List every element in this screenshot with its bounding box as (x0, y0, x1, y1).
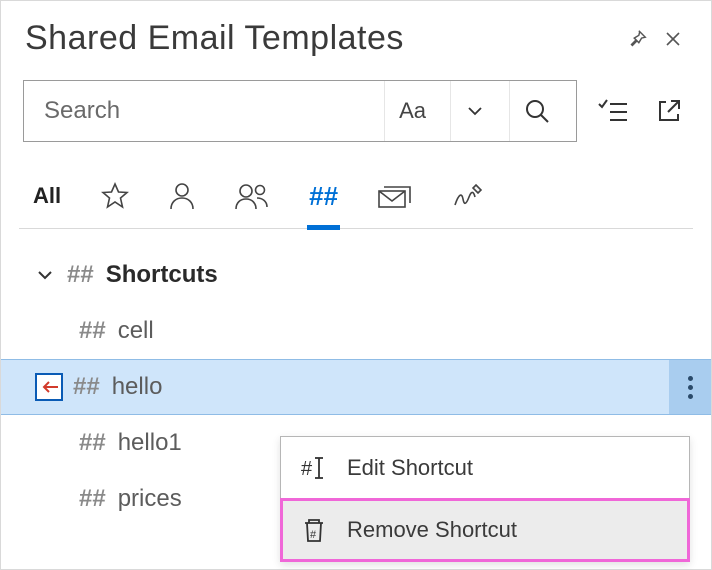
mail-stack-icon (378, 183, 412, 209)
search-input[interactable] (42, 96, 374, 126)
menu-item-label: Remove Shortcut (347, 517, 517, 543)
close-icon (664, 30, 682, 48)
item-label: hello (112, 373, 163, 401)
people-icon (235, 182, 269, 210)
tab-personal[interactable] (169, 174, 195, 218)
search-row: Aa (15, 80, 697, 142)
menu-item-label: Edit Shortcut (347, 455, 473, 481)
tab-shortcuts[interactable]: ## (309, 174, 338, 218)
item-label: hello1 (118, 429, 182, 457)
item-label: prices (118, 485, 182, 513)
svg-text:#: # (301, 458, 313, 480)
tab-signatures[interactable] (452, 174, 484, 218)
remove-shortcut-icon: # (299, 515, 329, 545)
tab-favorites[interactable] (101, 174, 129, 218)
collapse-toggle[interactable] (35, 265, 55, 285)
item-mark: ## (73, 373, 100, 401)
item-mark: ## (79, 485, 106, 513)
search-submit-button[interactable] (509, 81, 564, 141)
item-label: cell (118, 317, 154, 345)
checklist-icon (598, 98, 628, 124)
pin-icon (626, 28, 648, 50)
panel-header: Shared Email Templates (15, 13, 697, 72)
edit-shortcut-icon: # (299, 453, 329, 483)
panel-title: Shared Email Templates (25, 19, 619, 58)
tab-all-label: All (33, 183, 61, 209)
tree-group-shortcuts[interactable]: ## Shortcuts (15, 247, 697, 303)
search-icon (524, 98, 550, 124)
star-icon (101, 182, 129, 210)
more-icon (688, 376, 693, 399)
panel-frame: Shared Email Templates Aa (0, 0, 712, 570)
group-label: Shortcuts (106, 261, 218, 289)
insert-icon (35, 373, 63, 401)
open-external-icon (656, 98, 682, 124)
context-menu: # Edit Shortcut # Remove Shortcut (280, 436, 690, 562)
menu-item-remove-shortcut[interactable]: # Remove Shortcut (281, 499, 689, 561)
search-options-dropdown[interactable] (450, 81, 499, 141)
match-case-label: Aa (399, 98, 426, 124)
match-case-toggle[interactable]: Aa (384, 81, 440, 141)
tab-mail[interactable] (378, 174, 412, 218)
pin-button[interactable] (619, 21, 655, 57)
tree-item-cell[interactable]: ## cell (15, 303, 697, 359)
item-mark: ## (79, 317, 106, 345)
tab-team[interactable] (235, 174, 269, 218)
person-icon (169, 182, 195, 210)
hash-icon: ## (309, 181, 338, 212)
search-box: Aa (23, 80, 577, 142)
open-external-button[interactable] (649, 91, 689, 131)
group-mark: ## (67, 261, 94, 289)
tab-all[interactable]: All (33, 174, 61, 218)
item-mark: ## (79, 429, 106, 457)
svg-text:#: # (310, 529, 317, 541)
row-more-button[interactable] (669, 360, 711, 414)
select-mode-button[interactable] (593, 91, 633, 131)
chevron-down-icon (465, 101, 485, 121)
signature-icon (452, 183, 484, 209)
chevron-down-icon (35, 265, 55, 285)
menu-item-edit-shortcut[interactable]: # Edit Shortcut (281, 437, 689, 499)
filter-tabs: All ## (19, 152, 693, 229)
tree-item-hello[interactable]: ## hello (1, 359, 711, 415)
close-button[interactable] (655, 21, 691, 57)
